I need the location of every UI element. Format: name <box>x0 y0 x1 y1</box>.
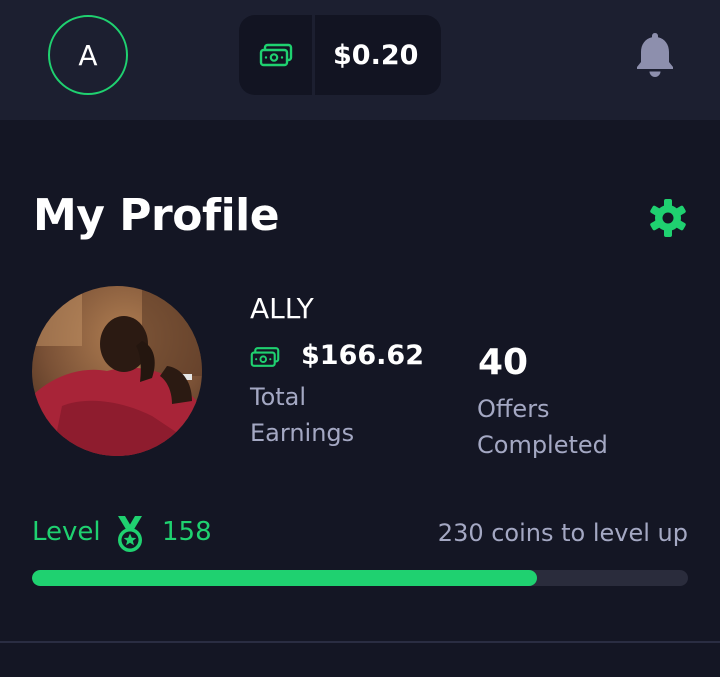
level-label: Level <box>32 517 101 547</box>
username: ALLY <box>250 292 314 325</box>
total-earnings-value: $166.62 <box>301 340 424 371</box>
offers-completed-value: 40 <box>478 342 529 383</box>
level-progress-fill <box>32 570 538 586</box>
top-bar: A $0.20 <box>0 0 720 120</box>
level-value: 158 <box>162 517 212 547</box>
balance-button[interactable]: $0.20 <box>239 15 441 95</box>
coins-to-level-up: 230 coins to level up <box>437 519 688 547</box>
cash-icon <box>250 346 280 372</box>
cash-icon <box>239 15 315 95</box>
medal-icon <box>114 514 146 558</box>
total-earnings-label: Total Earnings <box>250 383 355 447</box>
profile-photo <box>32 286 202 456</box>
level-progress-bar <box>32 570 688 586</box>
gear-icon[interactable] <box>648 198 688 238</box>
bell-icon[interactable] <box>633 30 677 78</box>
user-avatar-button[interactable]: A <box>48 15 128 95</box>
avatar-letter: A <box>78 38 98 72</box>
offers-completed-label: Offers Completed <box>477 395 608 459</box>
balance-amount: $0.20 <box>333 39 419 71</box>
divider <box>0 641 720 643</box>
page-title: My Profile <box>33 190 280 241</box>
